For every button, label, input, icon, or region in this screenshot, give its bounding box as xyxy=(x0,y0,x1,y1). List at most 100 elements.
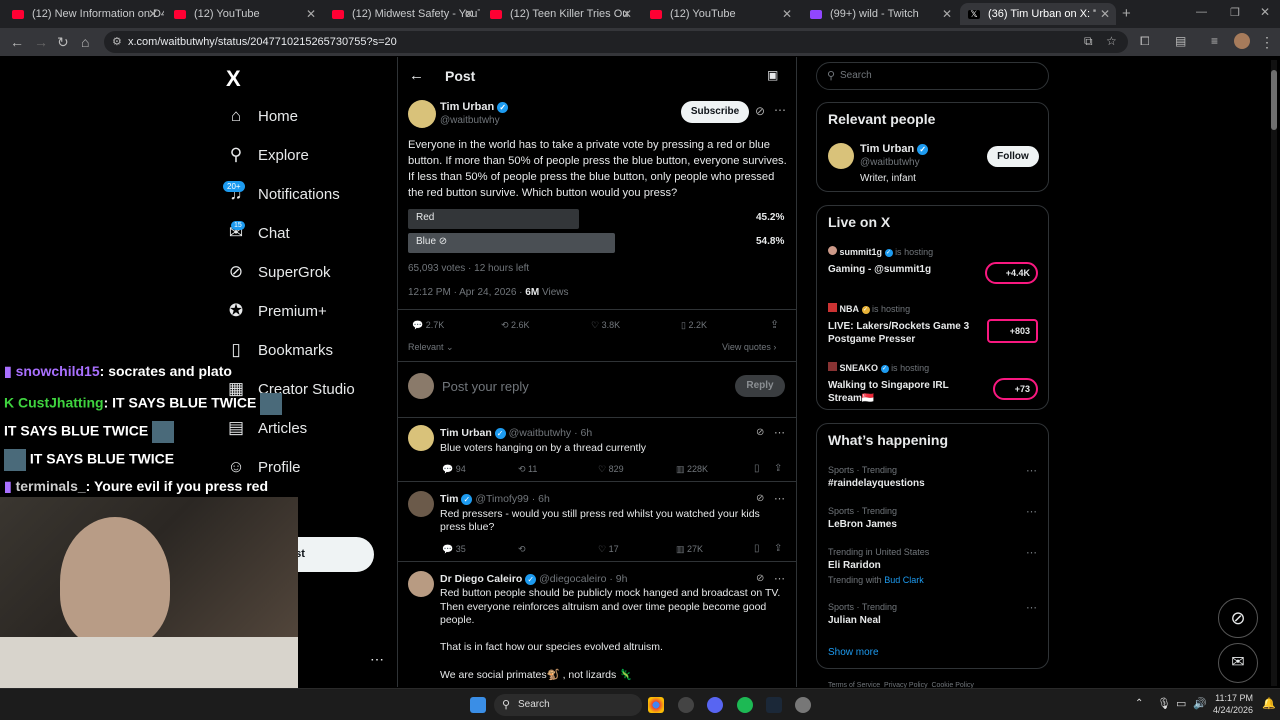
more-icon[interactable]: ⋯ xyxy=(774,103,786,117)
repost-stat[interactable]: ⟲ 2.6K xyxy=(501,320,530,331)
bookmark-stat[interactable]: ▯ 2.2K xyxy=(681,320,707,331)
live-listener-count[interactable]: +73 xyxy=(993,378,1038,400)
post-author[interactable]: Tim Urban ✓ xyxy=(440,101,509,113)
windows-start-icon[interactable] xyxy=(470,697,486,713)
browser-tab[interactable]: (12) YouTube ✕ xyxy=(166,3,322,25)
grok-float-icon[interactable]: ⊘ xyxy=(1218,598,1258,638)
show-more-link[interactable]: Show more xyxy=(828,647,879,658)
tray-chevron-icon[interactable]: ⌃ xyxy=(1135,698,1143,709)
avatar[interactable] xyxy=(408,571,434,597)
back-icon[interactable]: ← xyxy=(10,34,24,50)
more-icon[interactable]: ⋯ xyxy=(774,572,785,585)
close-icon[interactable]: ✕ xyxy=(942,7,952,21)
nav-supergrok[interactable]: ⊘ SuperGrok xyxy=(226,262,331,282)
messages-float-icon[interactable]: ✉ xyxy=(1218,643,1258,683)
close-window-icon[interactable]: ✕ xyxy=(1260,5,1270,19)
repost-stat[interactable]: ⟲ 11 xyxy=(518,464,537,475)
avatar[interactable] xyxy=(408,491,434,517)
share-icon[interactable]: ⇪ xyxy=(774,463,782,474)
chrome-icon[interactable] xyxy=(648,697,664,713)
grok-icon[interactable]: ⊘ xyxy=(756,573,764,584)
nav-articles[interactable]: ▤ Articles xyxy=(226,418,307,438)
reply-button[interactable]: Reply xyxy=(735,375,785,397)
subscribe-button[interactable]: Subscribe xyxy=(681,101,749,123)
share-icon[interactable]: ⇪ xyxy=(774,543,782,554)
more-icon[interactable]: ⋯ xyxy=(1026,464,1037,477)
grok-icon[interactable]: ⊘ xyxy=(756,427,764,438)
browser-tab[interactable]: (12) Midwest Safety - YouTube✕ xyxy=(324,3,480,25)
reader-icon[interactable]: ▣ xyxy=(767,68,778,82)
grok-icon[interactable]: ⊘ xyxy=(756,493,764,504)
scrollbar-thumb[interactable] xyxy=(1271,70,1277,130)
x-logo[interactable]: X xyxy=(226,66,241,92)
menu-icon[interactable]: ⋮ xyxy=(1260,34,1274,51)
views-stat[interactable]: ▥ 27K xyxy=(676,544,703,555)
repost-stat[interactable]: ⟲ xyxy=(518,544,526,555)
live-listener-count[interactable]: +803 xyxy=(987,319,1038,343)
settings-icon[interactable] xyxy=(795,697,811,713)
more-icon[interactable]: ⋯ xyxy=(1026,505,1037,518)
app-icon[interactable] xyxy=(678,697,694,713)
site-info-icon[interactable]: ⚙ xyxy=(112,35,122,48)
reply-stat[interactable]: 💬 2.7K xyxy=(412,320,444,331)
sort-dropdown[interactable]: Relevant ⌄ xyxy=(408,342,454,353)
browser-tab[interactable]: (12) Teen Killer Tries Outsmartir✕ xyxy=(482,3,638,25)
media-icon[interactable]: ≡ xyxy=(1211,34,1218,48)
reply-stat[interactable]: 💬 35 xyxy=(442,544,466,555)
mic-icon[interactable]: 🎙 xyxy=(1157,697,1171,710)
avatar[interactable] xyxy=(828,143,854,169)
bookmark-icon[interactable]: ▯ xyxy=(754,463,760,474)
browser-tab-active[interactable]: 𝕏(36) Tim Urban on X: "Everyone✕ xyxy=(960,3,1116,25)
steam-icon[interactable] xyxy=(766,697,782,713)
taskbar-search[interactable]: ⚲ Search xyxy=(494,694,642,716)
live-listener-count[interactable]: +4.4K xyxy=(985,262,1038,284)
close-icon[interactable]: ✕ xyxy=(782,7,792,21)
new-tab-icon[interactable]: + xyxy=(1122,5,1131,22)
grok-icon[interactable]: ⊘ xyxy=(755,104,765,118)
minimize-icon[interactable]: — xyxy=(1196,6,1207,18)
bookmark-icon[interactable]: ▯ xyxy=(754,543,760,554)
sidebar-icon[interactable]: ▤ xyxy=(1175,34,1186,48)
url-field[interactable]: ⚙ x.com/waitbutwhy/status/20477102152657… xyxy=(104,31,1128,53)
close-icon[interactable]: ✕ xyxy=(1100,7,1110,21)
close-icon[interactable]: ✕ xyxy=(148,7,158,21)
spotify-icon[interactable] xyxy=(737,697,753,713)
more-icon[interactable]: ⋯ xyxy=(1026,601,1037,614)
search-box[interactable]: ⚲ Search xyxy=(816,62,1049,90)
more-icon[interactable]: ⋯ xyxy=(1026,546,1037,559)
forward-icon[interactable]: → xyxy=(34,34,48,50)
network-icon[interactable]: ▭ xyxy=(1176,697,1186,710)
more-icon[interactable]: ⋯ xyxy=(774,426,785,439)
browser-tab[interactable]: (99+) wild - Twitch ✕ xyxy=(802,3,958,25)
browser-tab[interactable]: (12) New Information on D4vd✕ xyxy=(4,3,164,25)
like-stat[interactable]: ♡ 3.8K xyxy=(591,320,620,331)
nav-explore[interactable]: ⚲ Explore xyxy=(226,145,309,165)
view-quotes-link[interactable]: View quotes › xyxy=(722,342,776,352)
avatar[interactable] xyxy=(408,100,436,128)
browser-tab[interactable]: (12) YouTube ✕ xyxy=(642,3,798,25)
volume-icon[interactable]: 🔊 xyxy=(1193,697,1207,710)
home-icon[interactable]: ⌂ xyxy=(81,34,89,50)
clock-time[interactable]: 11:17 PM xyxy=(1213,693,1253,703)
back-arrow-icon[interactable]: ← xyxy=(409,67,424,84)
search-input[interactable]: Search xyxy=(840,70,872,81)
share-icon[interactable]: ⇪ xyxy=(770,318,779,331)
profile-avatar[interactable] xyxy=(1234,33,1250,49)
extensions-icon[interactable]: ⧠ xyxy=(1140,34,1150,49)
follow-button[interactable]: Follow xyxy=(987,146,1039,167)
install-icon[interactable]: ⧉ xyxy=(1084,34,1093,49)
reply-input[interactable]: Post your reply xyxy=(442,379,529,394)
nav-profile[interactable]: ☺ Profile xyxy=(226,457,300,477)
post-handle[interactable]: @waitbutwhy xyxy=(440,115,500,126)
close-icon[interactable]: ✕ xyxy=(306,7,316,21)
notification-bell-icon[interactable]: 🔔 xyxy=(1262,697,1276,710)
person-handle[interactable]: @waitbutwhy xyxy=(860,157,920,168)
reply-stat[interactable]: 💬 94 xyxy=(442,464,466,475)
like-stat[interactable]: ♡ 829 xyxy=(598,464,624,475)
maximize-icon[interactable]: ❐ xyxy=(1230,6,1240,19)
close-icon[interactable]: ✕ xyxy=(464,7,474,21)
close-icon[interactable]: ✕ xyxy=(622,7,632,21)
more-icon[interactable]: ⋯ xyxy=(774,492,785,505)
nav-bookmarks[interactable]: ▯ Bookmarks xyxy=(226,340,333,360)
discord-icon[interactable] xyxy=(707,697,723,713)
